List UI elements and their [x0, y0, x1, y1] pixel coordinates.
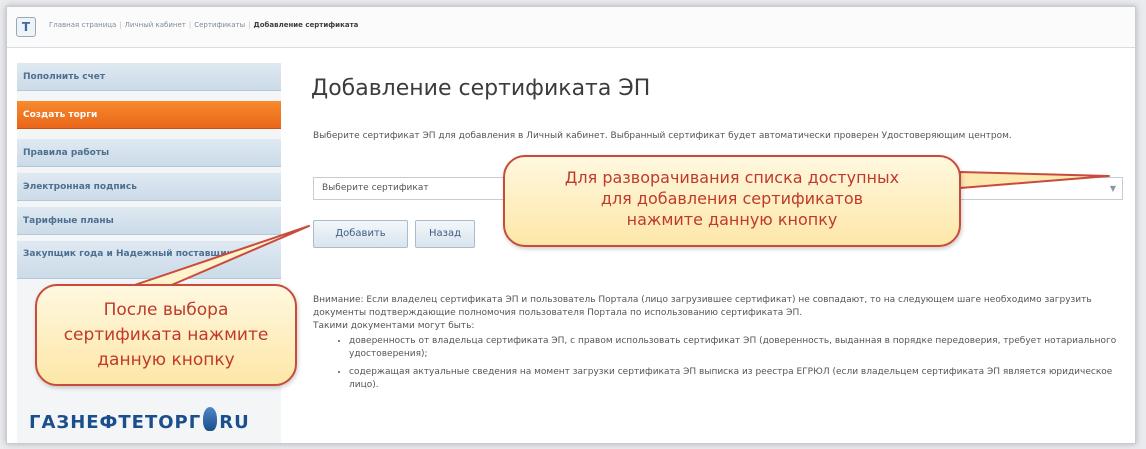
add-button[interactable]: Добавить [313, 220, 408, 248]
list-item: доверенность от владельца сертификата ЭП… [349, 335, 1123, 361]
certificate-select-value: Выберите сертификат [322, 183, 429, 193]
sidebar-item-top-up[interactable]: Пополнить счет [17, 63, 281, 91]
sidebar-item-create-auction[interactable]: Создать торги [17, 101, 281, 129]
chevron-down-icon[interactable]: ▼ [1110, 178, 1116, 199]
breadcrumb-bar: Т Главная страница | Личный кабинет | Сертиф… [7, 7, 1135, 48]
sidebar-item-buyer-of-year[interactable]: Закупщик года и Надежный поставщик [17, 241, 281, 279]
back-button[interactable]: Назад [415, 220, 475, 248]
warning-text: Внимание: Если владелец сертификата ЭП и… [313, 295, 1092, 318]
list-item: содержащая актуальные сведения на момент… [349, 366, 1123, 392]
sidebar-item-rules[interactable]: Правила работы [17, 139, 281, 167]
sidebar: Пополнить счет Создать торги Правила раб… [17, 63, 281, 443]
logo-drop-icon [203, 407, 218, 431]
select-hint-callout: Для разворачивания списка доступных для … [503, 155, 961, 247]
docs-heading: Такими документами могут быть: [313, 321, 475, 331]
docs-list: доверенность от владельца сертификата ЭП… [313, 335, 1123, 392]
home-icon[interactable]: Т [16, 17, 36, 37]
breadcrumb-cabinet[interactable]: Личный кабинет [125, 21, 186, 29]
breadcrumb-certificates[interactable]: Сертификаты [194, 21, 245, 29]
page-title: Добавление сертификата ЭП [311, 76, 651, 101]
breadcrumb: Главная страница | Личный кабинет | Сертифик… [49, 21, 359, 29]
intro-text: Выберите сертификат ЭП для добавления в … [313, 131, 1012, 141]
sidebar-item-tariffs[interactable]: Тарифные планы [17, 207, 281, 235]
logo: ГАЗНЕФТЕТОРГ RU [29, 407, 250, 433]
warning-block: Внимание: Если владелец сертификата ЭП и… [313, 294, 1123, 397]
breadcrumb-home[interactable]: Главная страница [49, 21, 116, 29]
add-hint-callout: После выбора сертификата нажмите данную … [35, 284, 297, 386]
breadcrumb-current: Добавление сертификата [253, 21, 359, 29]
sidebar-item-e-signature[interactable]: Электронная подпись [17, 173, 281, 201]
